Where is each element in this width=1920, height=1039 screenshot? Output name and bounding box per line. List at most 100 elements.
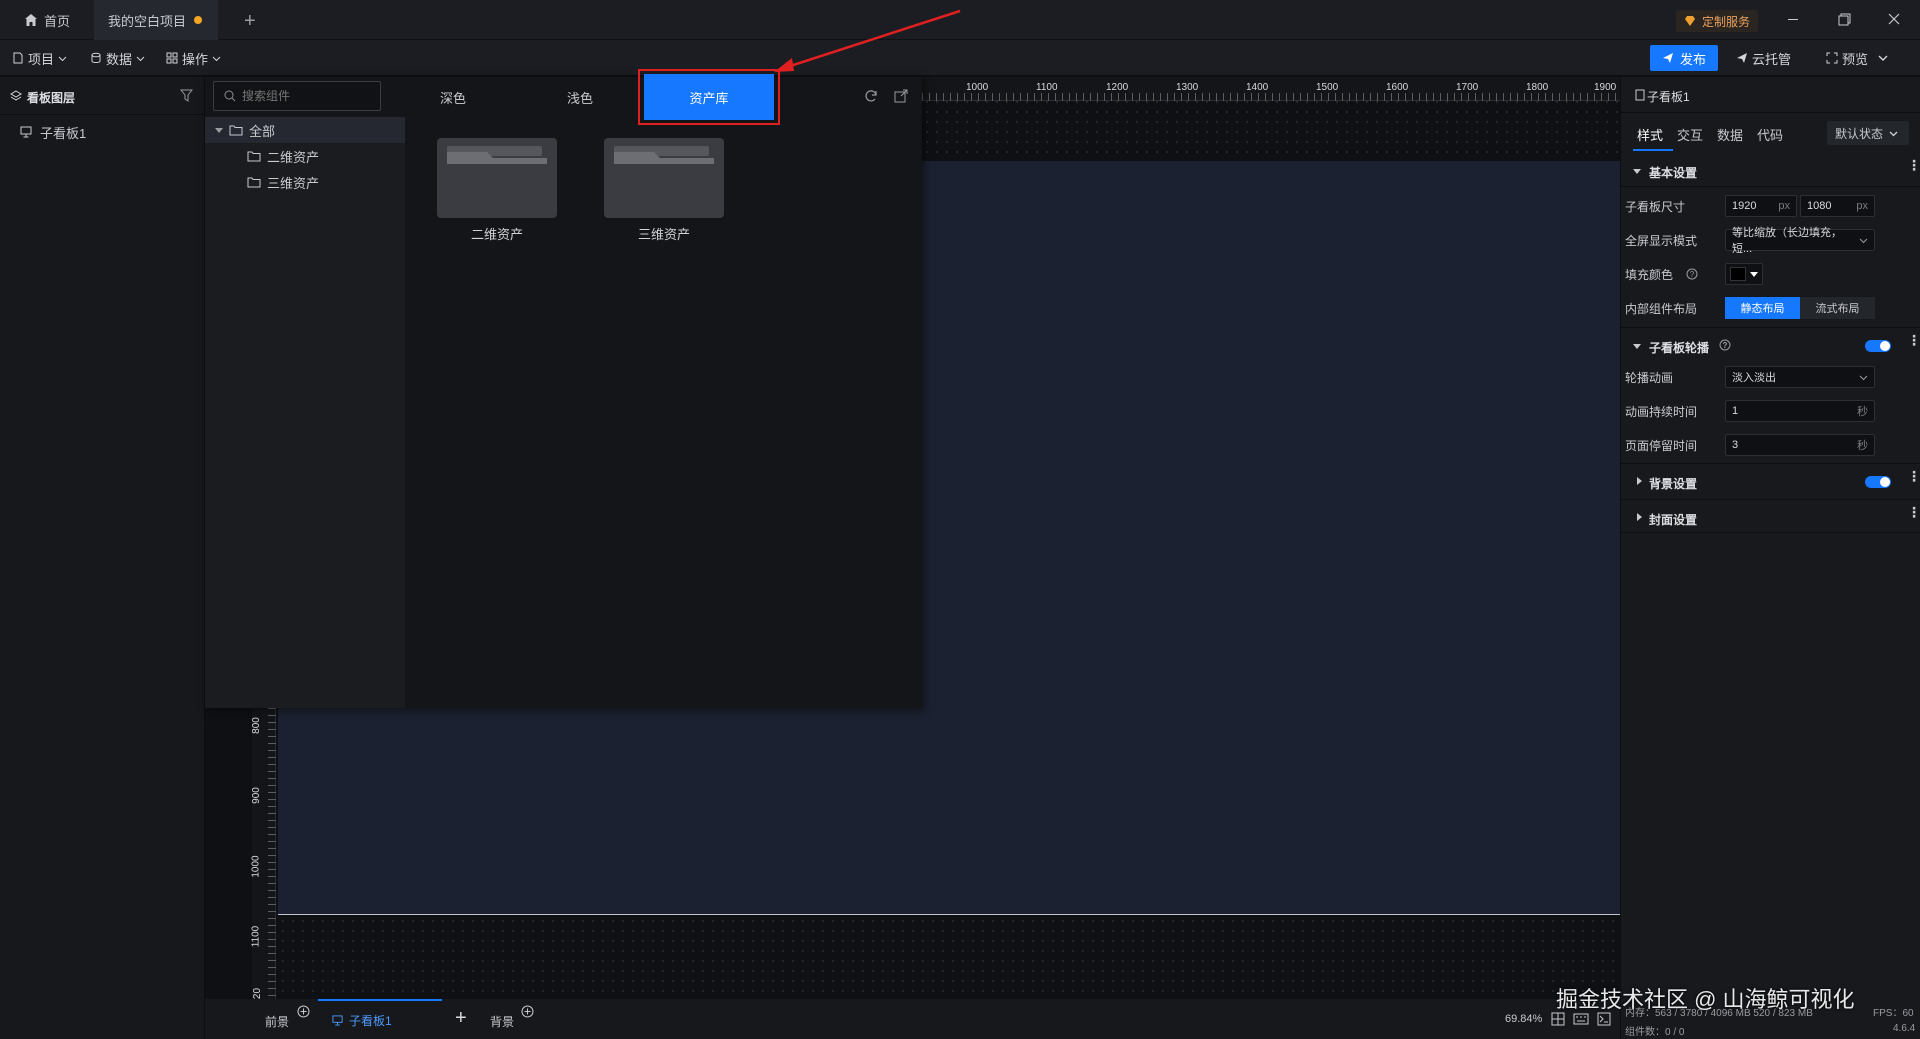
tab-home[interactable]: 首页 [10, 0, 84, 40]
publish-button[interactable]: 发布 [1650, 45, 1719, 71]
fullscreen-select[interactable]: 等比缩放（长边填充，短... [1725, 227, 1875, 255]
more-icon[interactable]: ⋮ [1907, 469, 1920, 483]
more-icon[interactable]: ⋮ [1907, 505, 1920, 519]
keyboard-icon[interactable] [1573, 1012, 1589, 1026]
add-board-plus-icon[interactable]: + [455, 1007, 467, 1030]
carousel-toggle[interactable] [1865, 340, 1891, 352]
menu-data[interactable]: 数据 [90, 40, 145, 76]
restore-icon[interactable] [1838, 13, 1851, 26]
width-input[interactable]: 1920 px [1725, 195, 1797, 217]
folder-card-2d[interactable] [437, 138, 557, 218]
folder-card-3d[interactable] [604, 138, 724, 218]
new-tab-plus-icon[interactable]: + [244, 10, 256, 33]
prop-layout: 内部组件布局 静态布局 流式布局 [1621, 294, 1920, 322]
filter-icon[interactable] [180, 89, 193, 102]
database-icon [90, 52, 102, 64]
chevron-down-icon [136, 54, 145, 63]
asset-tree: 全部 二维资产 三维资产 [205, 117, 405, 708]
board-tab[interactable]: 子看板1 [318, 999, 442, 1039]
ruler-label: 1200 [1106, 82, 1129, 93]
more-icon[interactable]: ⋮ [1907, 333, 1920, 347]
canvas-margin-bottom [278, 916, 1620, 999]
section-carousel[interactable]: 子看板轮播 ? ⋮ [1621, 327, 1920, 361]
preview-button[interactable]: 预览 [1826, 40, 1888, 76]
search-input[interactable] [242, 89, 372, 103]
tab-project-label: 我的空白项目 [108, 13, 187, 29]
refresh-icon[interactable] [864, 89, 878, 103]
monitor-icon [332, 1014, 343, 1026]
menu-project-label: 项目 [28, 51, 55, 67]
svg-text:?: ? [1723, 341, 1728, 350]
layer-item-label: 子看板1 [40, 125, 87, 141]
property-panel-title: 子看板1 [1647, 90, 1690, 104]
tab-interaction[interactable]: 交互 [1677, 125, 1703, 144]
terminal-icon[interactable] [1597, 1012, 1611, 1026]
tree-item-2d[interactable]: 二维资产 [205, 143, 405, 169]
chevron-down-icon [1859, 236, 1868, 245]
custom-service-button[interactable]: 定制服务 [1676, 10, 1759, 32]
ruler-label: 800 [250, 717, 262, 734]
tab-light[interactable]: 浅色 [567, 88, 593, 107]
prop-label: 内部组件布局 [1625, 301, 1698, 316]
fit-screen-icon[interactable] [1551, 1012, 1565, 1026]
section-basic-settings[interactable]: 基本设置 ⋮ [1621, 153, 1920, 187]
ruler-label: 1600 [1386, 82, 1409, 93]
chevron-down-icon [1889, 129, 1898, 138]
background-toggle[interactable] [1865, 476, 1891, 488]
chevron-down-icon [1859, 373, 1868, 382]
tree-item-all[interactable]: 全部 [205, 117, 405, 143]
search-box[interactable] [213, 81, 381, 111]
unsaved-dot-icon [194, 16, 203, 24]
more-icon[interactable]: ⋮ [1907, 158, 1920, 172]
property-panel-header: 子看板1 [1621, 77, 1920, 113]
section-title: 子看板轮播 [1649, 341, 1710, 355]
zoom-level[interactable]: 69.84% [1505, 1013, 1542, 1025]
menu-data-label: 数据 [106, 51, 133, 67]
tab-asset-library[interactable]: 资产库 [644, 74, 774, 120]
help-icon[interactable]: ? [1686, 268, 1698, 280]
menu-project[interactable]: 项目 [12, 40, 67, 76]
foreground-tab[interactable]: 前景 [265, 1013, 289, 1030]
caret-down-icon [1633, 167, 1641, 175]
layer-panel-header: 看板图层 [0, 77, 205, 115]
background-tab[interactable]: 背景 [490, 1013, 514, 1030]
layout-static-button[interactable]: 静态布局 [1725, 297, 1800, 319]
stay-time-input[interactable]: 3秒 [1725, 434, 1875, 456]
height-input[interactable]: 1080 px [1800, 195, 1875, 217]
section-background-settings[interactable]: 背景设置 ⋮ [1621, 463, 1920, 497]
caret-right-icon [1635, 477, 1643, 485]
tree-item-3d[interactable]: 三维资产 [205, 169, 405, 195]
tab-code[interactable]: 代码 [1757, 125, 1783, 144]
ruler-ticks [922, 93, 1620, 101]
layout-flow-button[interactable]: 流式布局 [1800, 297, 1875, 319]
section-cover-settings[interactable]: 封面设置 ⋮ [1621, 499, 1920, 533]
tab-data[interactable]: 数据 [1717, 125, 1743, 144]
layer-item[interactable]: 子看板1 [0, 119, 205, 145]
anim-duration-input[interactable]: 1秒 [1725, 400, 1875, 422]
minimize-icon[interactable] [1788, 12, 1800, 26]
add-circle-icon[interactable] [297, 1005, 310, 1018]
cloud-host-button[interactable]: 云托管 [1736, 40, 1791, 76]
asset-library-popup: 深色 浅色 资产库 全部 二维资产 三维资产 二维资产 三维资产 [205, 69, 922, 708]
state-select[interactable]: 默认状态 [1827, 121, 1909, 145]
menu-operate[interactable]: 操作 [166, 40, 221, 76]
carousel-anim-value: 淡入淡出 [1732, 372, 1776, 384]
help-icon[interactable]: ? [1719, 339, 1731, 351]
carousel-anim-select[interactable]: 淡入淡出 [1725, 366, 1875, 388]
monitor-icon [20, 126, 32, 138]
tab-dark[interactable]: 深色 [440, 88, 466, 107]
prop-label: 轮播动画 [1625, 370, 1674, 385]
close-icon[interactable] [1888, 13, 1900, 25]
fill-color-picker[interactable] [1725, 263, 1763, 285]
add-circle-icon[interactable] [521, 1005, 534, 1018]
prop-label: 全屏显示模式 [1625, 233, 1698, 248]
folder-card-label: 二维资产 [470, 227, 523, 242]
tab-project[interactable]: 我的空白项目 [94, 0, 218, 40]
annotation-arrow-icon [774, 9, 961, 72]
tab-style[interactable]: 样式 [1637, 125, 1663, 144]
caret-right-icon [1635, 513, 1643, 521]
layers-icon [10, 90, 22, 102]
ruler-label: 1100 [1036, 82, 1058, 93]
panel-icon [1635, 89, 1645, 101]
open-external-icon[interactable] [894, 89, 908, 103]
